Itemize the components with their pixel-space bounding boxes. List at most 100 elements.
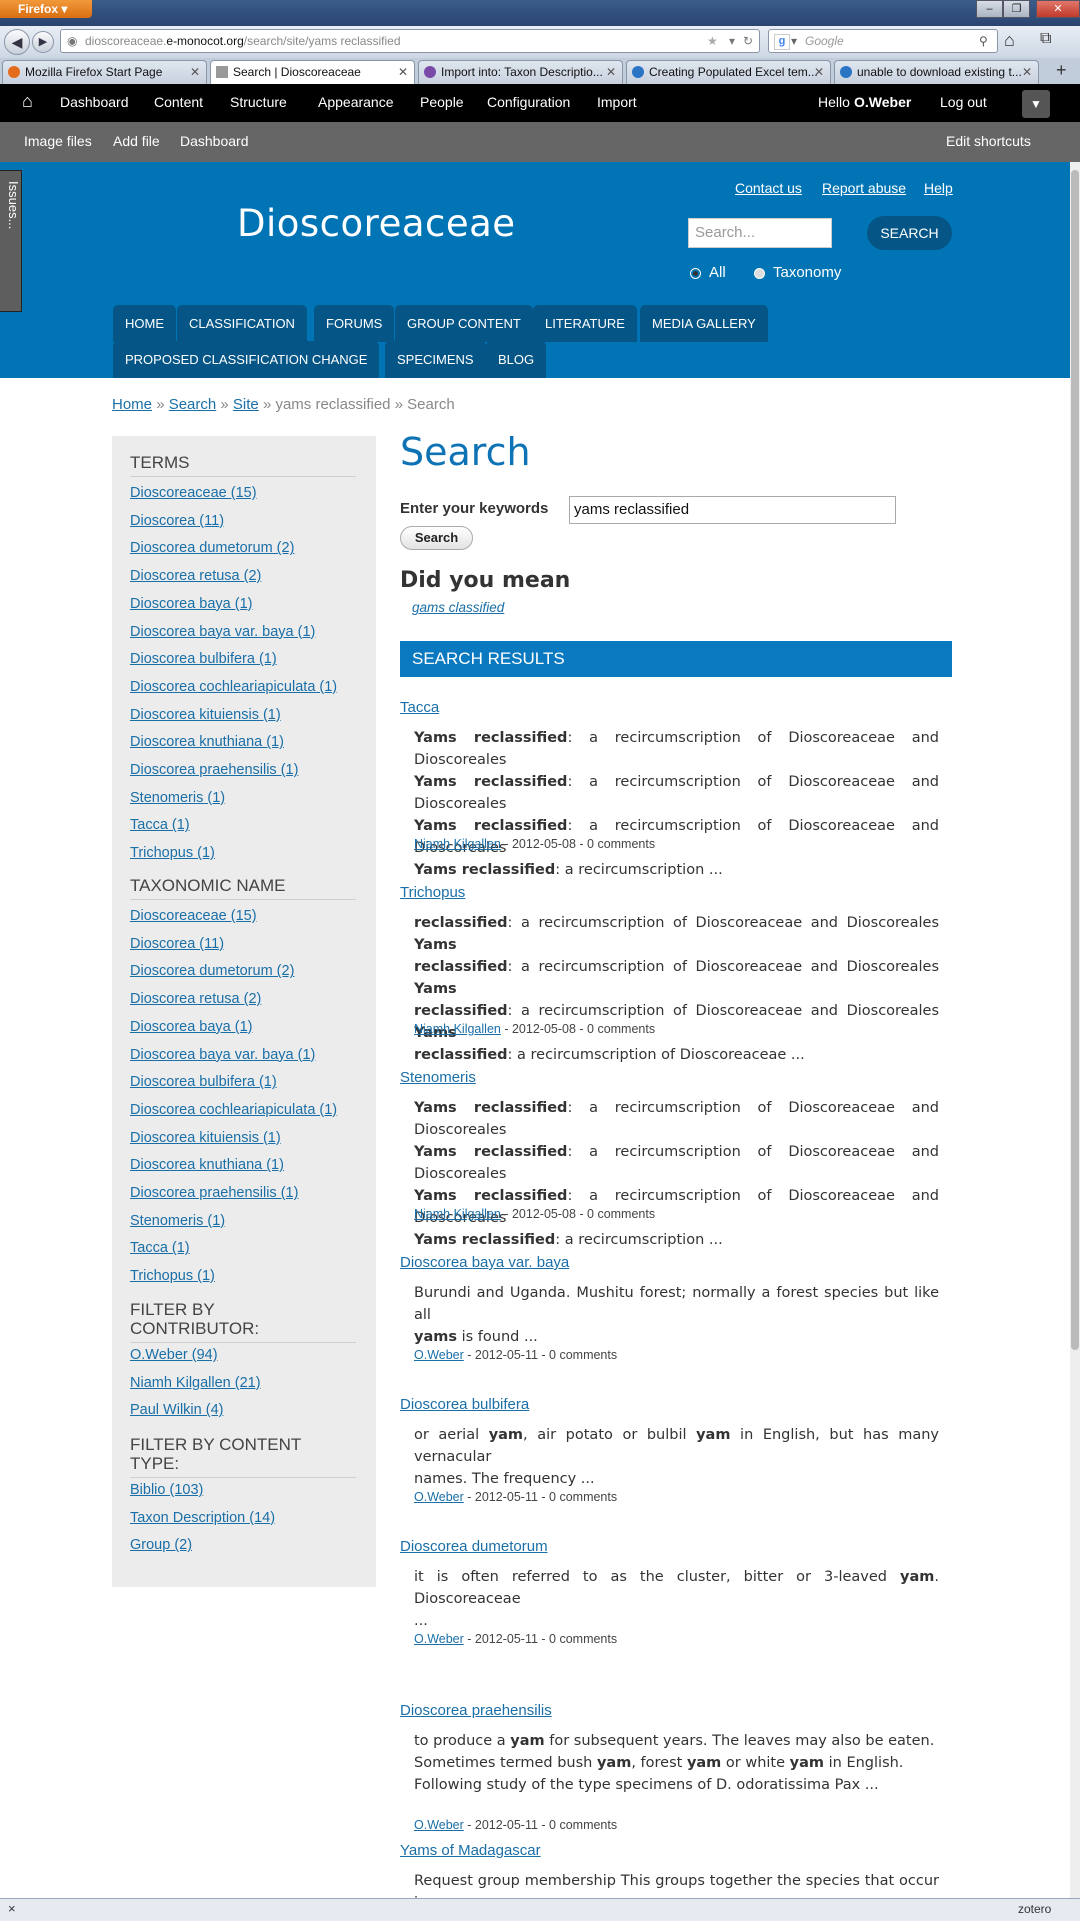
tab-unable-download[interactable]: unable to download existing t... ✕ [834, 60, 1039, 84]
tab-forums[interactable]: FORUMS [314, 305, 395, 342]
result-title-link[interactable]: Stenomeris [400, 1069, 476, 1086]
magnifier-icon[interactable]: ⚲ [979, 30, 988, 52]
shortcut-add-file[interactable]: Add file [113, 133, 160, 149]
shortcuts-toggle-icon[interactable]: ▼ [1022, 90, 1050, 118]
addons-icon[interactable]: ⧉ [1040, 30, 1051, 48]
facet-taxon-link[interactable]: Dioscorea cochleariapiculata (1) [130, 1102, 337, 1118]
toolbar-logout[interactable]: Log out [940, 94, 987, 110]
result-title-link[interactable]: Yams of Madagascar [400, 1842, 541, 1859]
tab-specimens[interactable]: SPECIMENS [385, 341, 486, 378]
site-identity-icon[interactable]: ◉ [67, 30, 77, 52]
facet-term-link[interactable]: Dioscorea praehensilis (1) [130, 762, 298, 778]
firefox-menu-button[interactable]: Firefox ▾ [0, 0, 92, 18]
search-engine-dropdown-icon[interactable]: ▾ [791, 30, 797, 52]
shortcut-dashboard[interactable]: Dashboard [180, 133, 249, 149]
result-author-link[interactable]: O.Weber [414, 1490, 464, 1504]
facet-term-link[interactable]: Trichopus (1) [130, 845, 215, 861]
web-search-box[interactable]: g ▾ Google ⚲ [768, 29, 998, 53]
zotero-label[interactable]: zotero [1018, 1902, 1051, 1916]
result-author-link[interactable]: Niamh Kilgallen [414, 1022, 501, 1036]
window-close-icon[interactable]: ✕ [1036, 0, 1080, 18]
tab-search-dioscoreaceae[interactable]: Search | Dioscoreaceae ✕ [210, 60, 415, 84]
result-title-link[interactable]: Dioscorea bulbifera [400, 1396, 529, 1413]
result-author-link[interactable]: O.Weber [414, 1632, 464, 1646]
site-search-input[interactable]: Search... [688, 218, 832, 248]
tab-group-content[interactable]: GROUP CONTENT [395, 305, 533, 342]
facet-contributor-link[interactable]: Paul Wilkin (4) [130, 1402, 223, 1418]
toolbar-configuration[interactable]: Configuration [487, 94, 570, 110]
tab-classification[interactable]: CLASSIFICATION [177, 305, 307, 342]
search-button[interactable]: Search [400, 526, 473, 550]
facet-term-link[interactable]: Dioscorea dumetorum (2) [130, 540, 294, 556]
toolbar-username[interactable]: O.Weber [854, 94, 911, 110]
toolbar-structure[interactable]: Structure [230, 94, 287, 110]
result-title-link[interactable]: Dioscorea praehensilis [400, 1702, 552, 1719]
toolbar-import[interactable]: Import [597, 94, 637, 110]
facet-taxon-link[interactable]: Trichopus (1) [130, 1268, 215, 1284]
toolbar-content[interactable]: Content [154, 94, 203, 110]
tab-home[interactable]: HOME [113, 305, 176, 342]
toolbar-dashboard[interactable]: Dashboard [60, 94, 129, 110]
facet-term-link[interactable]: Dioscorea kituiensis (1) [130, 707, 281, 723]
tab-blog[interactable]: BLOG [486, 341, 547, 378]
facet-term-link[interactable]: Dioscoreaceae (15) [130, 485, 257, 501]
back-icon[interactable]: ◀ [4, 29, 30, 55]
facet-taxon-link[interactable]: Dioscorea kituiensis (1) [130, 1130, 281, 1146]
reload-icon[interactable]: ↻ [743, 30, 753, 52]
radio-all[interactable]: All [690, 264, 726, 281]
help-link[interactable]: Help [924, 180, 953, 196]
edit-shortcuts-link[interactable]: Edit shortcuts [946, 133, 1031, 149]
contact-us-link[interactable]: Contact us [735, 180, 802, 196]
close-icon[interactable]: ✕ [190, 61, 200, 83]
facet-contributor-link[interactable]: Niamh Kilgallen (21) [130, 1375, 261, 1391]
new-tab-icon[interactable]: + [1056, 60, 1067, 81]
facet-taxon-link[interactable]: Dioscorea knuthiana (1) [130, 1157, 284, 1173]
facet-term-link[interactable]: Dioscorea cochleariapiculata (1) [130, 679, 337, 695]
facet-taxon-link[interactable]: Dioscoreaceae (15) [130, 908, 257, 924]
facet-taxon-link[interactable]: Dioscorea bulbifera (1) [130, 1074, 277, 1090]
result-title-link[interactable]: Dioscorea dumetorum [400, 1538, 548, 1555]
home-icon[interactable]: ⌂ [22, 91, 33, 112]
facet-term-link[interactable]: Dioscorea baya var. baya (1) [130, 624, 315, 640]
tab-proposed-classification-change[interactable]: PROPOSED CLASSIFICATION CHANGE [113, 341, 380, 378]
facet-taxon-link[interactable]: Dioscorea baya (1) [130, 1019, 253, 1035]
issues-side-tab[interactable]: Issues... [0, 170, 22, 312]
facet-term-link[interactable]: Dioscorea bulbifera (1) [130, 651, 277, 667]
facet-term-link[interactable]: Dioscorea (11) [130, 513, 224, 529]
facet-taxon-link[interactable]: Dioscorea (11) [130, 936, 224, 952]
site-search-button[interactable]: SEARCH [867, 216, 952, 250]
result-title-link[interactable]: Trichopus [400, 884, 465, 901]
facet-content-type-link[interactable]: Taxon Description (14) [130, 1510, 275, 1526]
close-icon[interactable]: ✕ [1022, 61, 1032, 83]
facet-taxon-link[interactable]: Dioscorea retusa (2) [130, 991, 261, 1007]
keywords-input[interactable]: yams reclassified [569, 496, 896, 524]
facet-taxon-link[interactable]: Stenomeris (1) [130, 1213, 225, 1229]
restore-icon[interactable]: ❐ [1003, 0, 1030, 18]
shortcut-image-files[interactable]: Image files [24, 133, 92, 149]
result-author-link[interactable]: O.Weber [414, 1348, 464, 1362]
toolbar-people[interactable]: People [420, 94, 464, 110]
facet-term-link[interactable]: Tacca (1) [130, 817, 190, 833]
facet-taxon-link[interactable]: Tacca (1) [130, 1240, 190, 1256]
minimize-icon[interactable]: – [976, 0, 1003, 18]
result-title-link[interactable]: Dioscorea baya var. baya [400, 1254, 569, 1271]
site-name[interactable]: Dioscoreaceae [237, 202, 516, 245]
result-title-link[interactable]: Tacca [400, 699, 439, 716]
breadcrumb-home[interactable]: Home [112, 396, 152, 413]
report-abuse-link[interactable]: Report abuse [822, 180, 906, 196]
facet-taxon-link[interactable]: Dioscorea praehensilis (1) [130, 1185, 298, 1201]
tab-literature[interactable]: LITERATURE [533, 305, 637, 342]
facet-term-link[interactable]: Dioscorea knuthiana (1) [130, 734, 284, 750]
bookmark-star-icon[interactable]: ★ [707, 30, 718, 52]
breadcrumb-site[interactable]: Site [233, 396, 259, 413]
result-author-link[interactable]: Niamh Kilgallen [414, 1207, 501, 1221]
tab-firefox-start[interactable]: Mozilla Firefox Start Page ✕ [2, 60, 207, 84]
address-bar[interactable]: dioscoreaceae.e-monocot.org/search/site/… [60, 29, 760, 53]
home-icon[interactable]: ⌂ [1004, 30, 1015, 51]
forward-icon[interactable]: ▶ [32, 31, 54, 53]
status-close-icon[interactable]: × [8, 1901, 16, 1916]
facet-taxon-link[interactable]: Dioscorea dumetorum (2) [130, 963, 294, 979]
tab-media-gallery[interactable]: MEDIA GALLERY [640, 305, 768, 342]
scrollbar-thumb[interactable] [1071, 170, 1079, 1350]
facet-contributor-link[interactable]: O.Weber (94) [130, 1347, 218, 1363]
